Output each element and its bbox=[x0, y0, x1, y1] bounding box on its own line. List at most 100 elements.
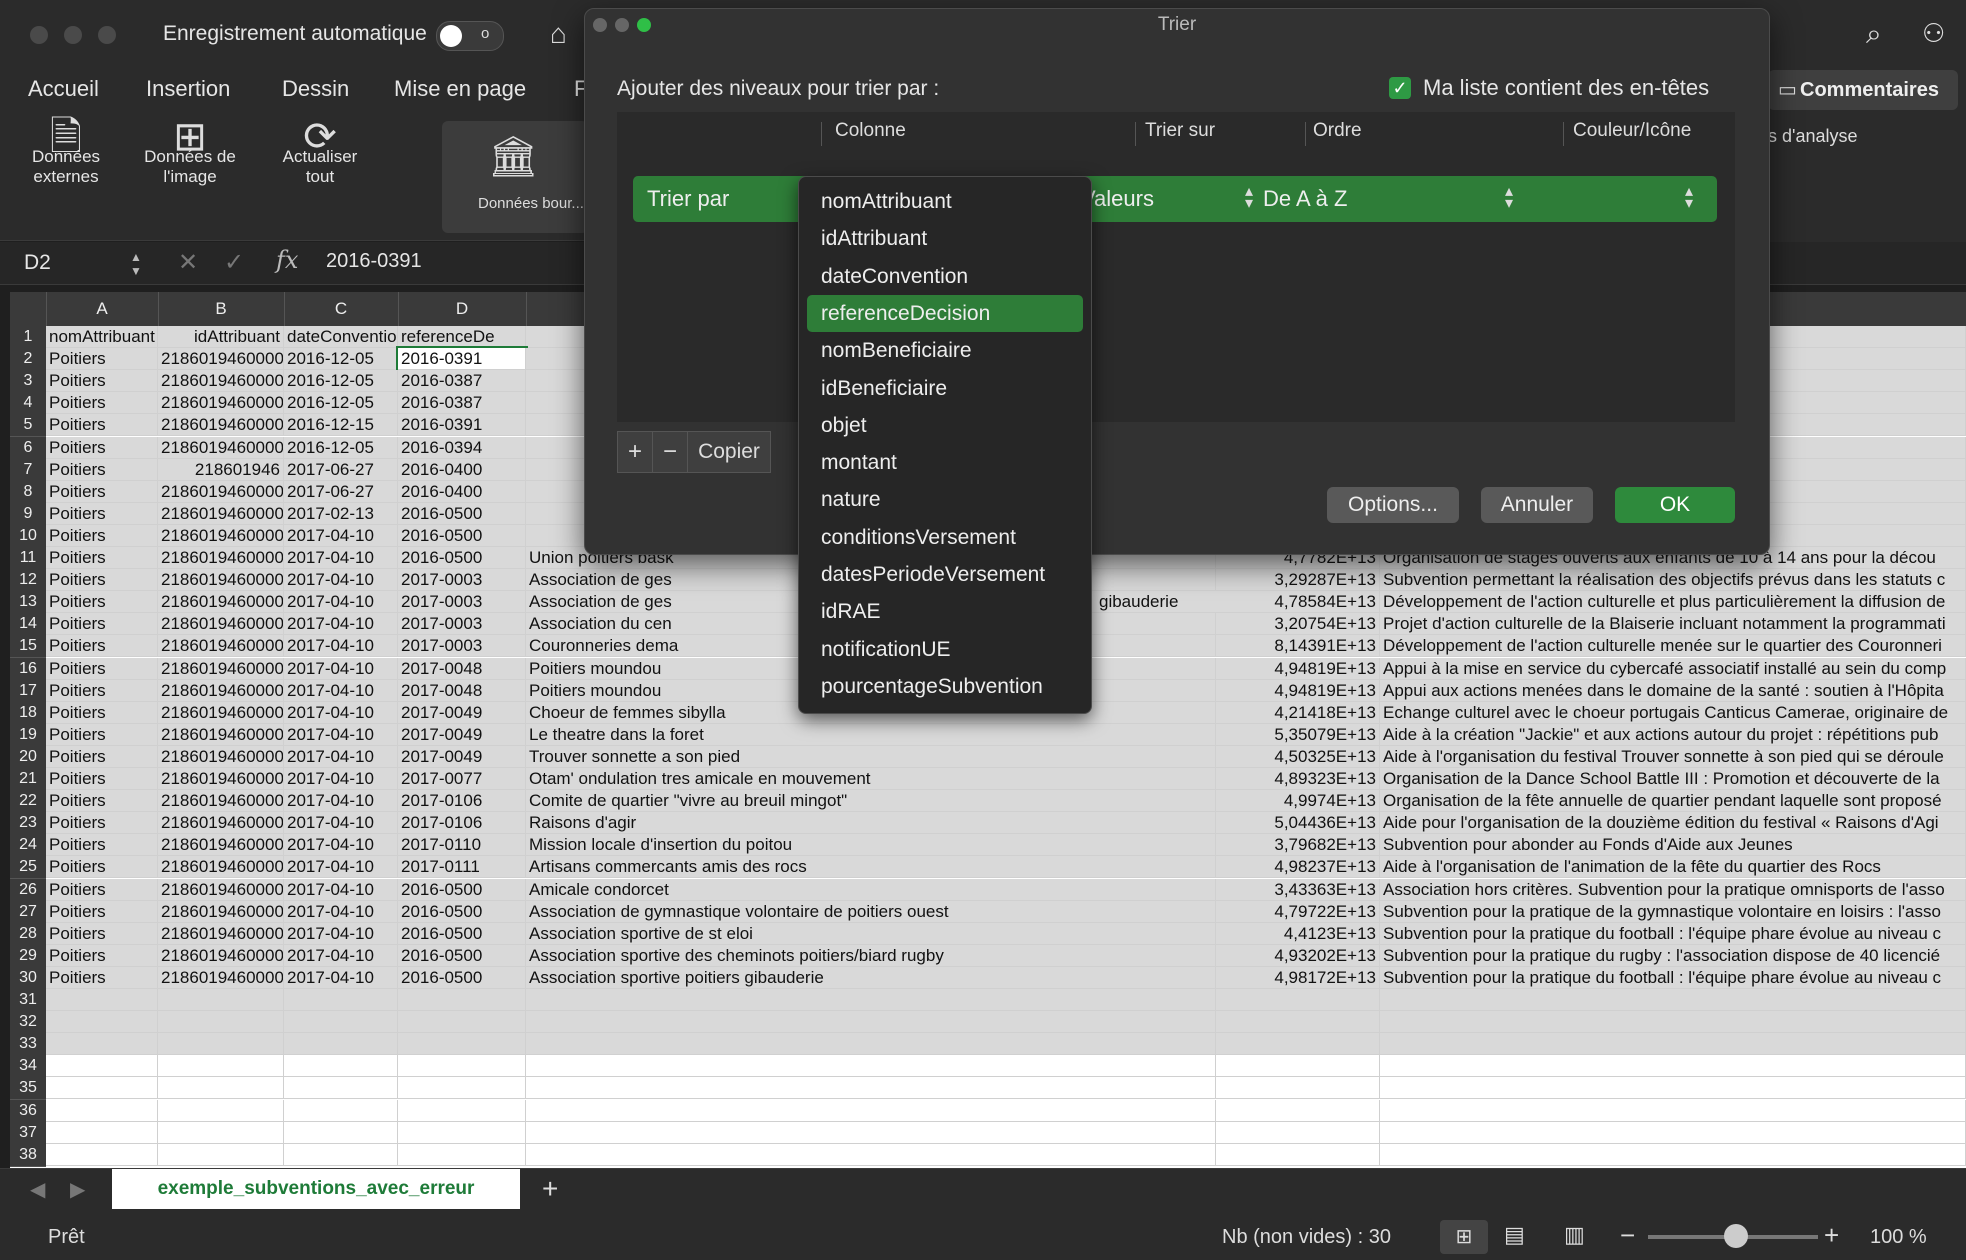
dropdown-item-idAttribuant[interactable]: idAttribuant bbox=[807, 220, 1083, 257]
row-number[interactable]: 17 bbox=[10, 679, 46, 703]
cell[interactable]: Poitiers bbox=[46, 768, 158, 790]
search-icon[interactable]: ⌕ bbox=[1866, 18, 1882, 51]
cell[interactable]: 4,94819E+13 bbox=[1216, 679, 1380, 702]
cell[interactable]: Développement de l'action culturelle men… bbox=[1380, 635, 1966, 658]
cell[interactable]: Subvention pour la pratique du football … bbox=[1380, 922, 1966, 945]
cell[interactable]: 21860194600000 bbox=[158, 436, 284, 459]
cell[interactable]: Poitiers bbox=[46, 966, 158, 989]
cell[interactable]: Subvention pour abonder au Fonds d'Aide … bbox=[1380, 834, 1966, 857]
cell[interactable]: 21860194600000 bbox=[158, 370, 284, 393]
row-number[interactable]: 10 bbox=[10, 524, 46, 548]
cell[interactable] bbox=[1216, 1033, 1380, 1056]
dropdown-item-nomBeneficiaire[interactable]: nomBeneficiaire bbox=[807, 332, 1083, 369]
row-number[interactable]: 24 bbox=[10, 834, 46, 858]
cell[interactable]: 21860194600000 bbox=[158, 834, 284, 857]
cell[interactable]: 21860194600000 bbox=[158, 613, 284, 636]
cell[interactable]: 2017-04-10 bbox=[284, 524, 398, 547]
cell[interactable] bbox=[398, 1011, 526, 1034]
cell[interactable]: 2017-0049 bbox=[398, 745, 526, 768]
dropdown-item-referenceDecision[interactable]: referenceDecision bbox=[807, 294, 1083, 332]
cell[interactable]: 4,9974E+13 bbox=[1216, 790, 1380, 813]
cell[interactable]: 2016-0500 bbox=[398, 878, 526, 901]
normal-view-icon[interactable]: ⊞ bbox=[1440, 1220, 1488, 1254]
row-number[interactable]: 7 bbox=[10, 458, 46, 482]
cell[interactable] bbox=[526, 1033, 1216, 1056]
cell[interactable]: 2017-04-10 bbox=[284, 613, 398, 636]
cell[interactable]: 2016-12-05 bbox=[284, 370, 398, 393]
cell[interactable]: Association de gymnastique volontaire de… bbox=[526, 900, 1216, 923]
cell[interactable]: 2017-04-10 bbox=[284, 635, 398, 658]
cell[interactable]: 21860194600000 bbox=[158, 856, 284, 879]
autosave-toggle[interactable]: o bbox=[436, 21, 504, 51]
cell[interactable]: 2017-04-10 bbox=[284, 679, 398, 702]
row-number[interactable]: 4 bbox=[10, 392, 46, 416]
cell[interactable]: 21860194600000 bbox=[158, 502, 284, 525]
row-number[interactable]: 3 bbox=[10, 370, 46, 394]
column-header-b[interactable]: B bbox=[158, 292, 285, 326]
zoom-window-button[interactable] bbox=[98, 26, 116, 44]
row-number[interactable]: 2 bbox=[10, 348, 46, 372]
cell[interactable] bbox=[284, 989, 398, 1011]
row-number[interactable]: 11 bbox=[10, 547, 46, 570]
cell[interactable]: Subvention pour la pratique de la gymnas… bbox=[1380, 900, 1966, 923]
row-number[interactable]: 14 bbox=[10, 613, 46, 637]
cell[interactable]: 2017-0048 bbox=[398, 679, 526, 702]
cell[interactable]: Poitiers bbox=[46, 790, 158, 813]
headers-checkbox-label[interactable]: Ma liste contient des en-têtes bbox=[1423, 75, 1709, 101]
cell[interactable]: 2016-0500 bbox=[398, 502, 526, 525]
cell[interactable]: Poitiers bbox=[46, 414, 158, 437]
namebox-stepper-icon[interactable]: ▲ ▼ bbox=[130, 250, 142, 278]
row-number[interactable]: 6 bbox=[10, 436, 46, 460]
cell[interactable]: 2017-04-10 bbox=[284, 701, 398, 724]
cell[interactable]: 2016-0500 bbox=[398, 547, 526, 569]
cell[interactable]: 2017-02-13 bbox=[284, 502, 398, 525]
dropdown-item-objet[interactable]: objet bbox=[807, 407, 1083, 444]
row-number[interactable]: 28 bbox=[10, 922, 46, 946]
cell[interactable]: Mission locale d'insertion du poitou bbox=[526, 834, 1216, 857]
row-number[interactable]: 27 bbox=[10, 900, 46, 924]
cell[interactable]: 4,79722E+13 bbox=[1216, 900, 1380, 923]
options-button[interactable]: Options... bbox=[1327, 487, 1459, 523]
cell[interactable] bbox=[284, 1011, 398, 1034]
cell[interactable]: 4,50325E+13 bbox=[1216, 745, 1380, 768]
cell[interactable]: 2017-04-10 bbox=[284, 790, 398, 813]
refresh-all-button[interactable]: ⟳ Actualiser tout bbox=[270, 117, 370, 187]
row-number[interactable]: 26 bbox=[10, 878, 46, 902]
color-arrows-icon[interactable]: ▴ ▾ bbox=[1685, 184, 1693, 212]
next-sheet-icon[interactable]: ▶ bbox=[70, 1177, 85, 1202]
copy-level-button[interactable]: Copier bbox=[687, 431, 771, 473]
cell[interactable]: 4,98237E+13 bbox=[1216, 856, 1380, 879]
cell[interactable]: Poitiers bbox=[46, 723, 158, 746]
row-number[interactable]: 20 bbox=[10, 745, 46, 769]
cell[interactable] bbox=[1216, 1055, 1380, 1078]
cell[interactable]: 8,14391E+13 bbox=[1216, 635, 1380, 658]
cell[interactable]: 21860194600000 bbox=[158, 966, 284, 989]
cell[interactable] bbox=[1380, 1077, 1966, 1100]
cell[interactable]: 2016-0500 bbox=[398, 966, 526, 989]
cell[interactable]: Organisation de la Dance School Battle I… bbox=[1380, 768, 1966, 790]
cell[interactable]: Projet d'action culturelle de la Blaiser… bbox=[1380, 613, 1966, 636]
cell[interactable]: 3,29287E+13 bbox=[1216, 569, 1380, 592]
cell[interactable]: Poitiers bbox=[46, 613, 158, 636]
cell[interactable] bbox=[46, 1033, 158, 1056]
cell[interactable]: 2017-0048 bbox=[398, 657, 526, 680]
cell[interactable]: Poitiers bbox=[46, 812, 158, 835]
row-number[interactable]: 37 bbox=[10, 1121, 46, 1145]
cell[interactable] bbox=[158, 1033, 284, 1056]
cell[interactable]: Poitiers bbox=[46, 635, 158, 658]
order-select[interactable]: De A à Z bbox=[1263, 186, 1347, 212]
comments-button[interactable]: ▭ Commentaires bbox=[1768, 70, 1958, 110]
cell[interactable]: referenceDe bbox=[398, 326, 526, 348]
cell[interactable]: 2017-06-27 bbox=[284, 458, 398, 481]
column-header-a[interactable]: A bbox=[46, 292, 159, 326]
row-number[interactable]: 12 bbox=[10, 569, 46, 593]
cell[interactable] bbox=[1380, 1011, 1966, 1034]
sheet-tab[interactable]: exemple_subventions_avec_erreur bbox=[112, 1169, 520, 1209]
row-number[interactable]: 1 bbox=[10, 326, 46, 349]
cell[interactable] bbox=[284, 1033, 398, 1056]
dropdown-item-pourcentageSubvention[interactable]: pourcentageSubvention bbox=[807, 668, 1083, 705]
stocks-button[interactable]: 🏛 Données bour... bbox=[442, 121, 588, 233]
row-number[interactable]: 8 bbox=[10, 480, 46, 504]
dropdown-item-idRAE[interactable]: idRAE bbox=[807, 593, 1083, 630]
cell[interactable] bbox=[526, 1143, 1216, 1166]
